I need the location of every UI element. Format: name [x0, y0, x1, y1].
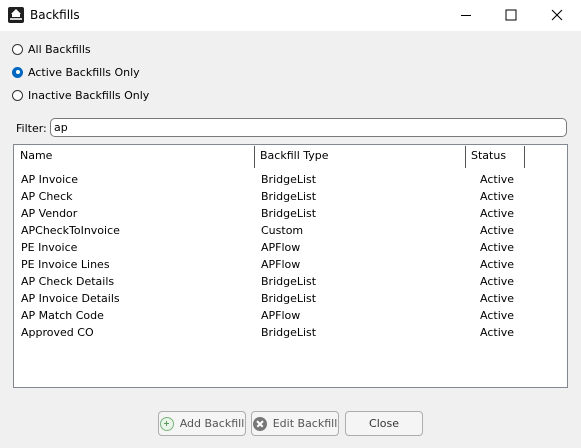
cell-type: BridgeList — [261, 292, 317, 305]
add-backfill-button[interactable]: Add Backfill — [158, 411, 246, 436]
add-backfill-label: Add Backfill — [179, 417, 245, 430]
cell-type: APFlow — [261, 258, 301, 271]
close-icon — [551, 9, 563, 21]
cell-status: Active — [480, 224, 515, 237]
close-window-button[interactable] — [534, 0, 580, 31]
close-button[interactable]: Close — [345, 411, 423, 436]
column-header-status[interactable]: Status — [465, 145, 524, 168]
cell-status: Active — [480, 292, 515, 305]
minimize-icon — [461, 15, 471, 16]
minimize-button[interactable] — [443, 0, 489, 31]
radio-button-selected[interactable] — [12, 66, 23, 78]
cell-status: Active — [480, 190, 515, 203]
table-row[interactable]: APCheckToInvoice Custom Active — [14, 222, 567, 239]
cell-type: BridgeList — [261, 207, 317, 220]
radio-button[interactable] — [12, 43, 23, 55]
column-header-backfill-type[interactable]: Backfill Type — [254, 145, 465, 168]
table-row[interactable]: PE Invoice Lines APFlow Active — [14, 256, 567, 273]
radio-label: Inactive Backfills Only — [28, 88, 150, 102]
maximize-button[interactable] — [488, 0, 534, 31]
filter-label: Filter: — [16, 122, 47, 135]
app-house-icon — [8, 7, 24, 23]
radio-button[interactable] — [12, 89, 23, 101]
radio-all-backfills[interactable]: All Backfills — [12, 41, 91, 57]
cell-name: AP Invoice — [21, 173, 78, 186]
list-header: Name Backfill Type Status — [14, 145, 567, 168]
edit-backfill-label: Edit Backfill — [272, 417, 338, 430]
cell-type: APFlow — [261, 309, 301, 322]
column-header-name[interactable]: Name — [14, 145, 254, 168]
table-row[interactable]: PE Invoice APFlow Active — [14, 239, 567, 256]
maximize-icon — [505, 9, 517, 21]
cell-status: Active — [480, 258, 515, 271]
table-row[interactable]: Approved CO BridgeList Active — [14, 324, 567, 341]
cell-name: AP Invoice Details — [21, 292, 120, 305]
cell-status: Active — [480, 207, 515, 220]
filter-input[interactable] — [50, 118, 567, 137]
backfills-list[interactable]: Name Backfill Type Status AP Invoice Bri… — [13, 144, 568, 388]
cell-status: Active — [480, 309, 515, 322]
cell-type: BridgeList — [261, 326, 317, 339]
close-label: Close — [369, 417, 399, 430]
cell-name: PE Invoice — [21, 241, 78, 254]
edit-x-circle-icon — [252, 416, 267, 431]
cell-status: Active — [480, 275, 515, 288]
table-row[interactable]: AP Vendor BridgeList Active — [14, 205, 567, 222]
add-circle-icon — [159, 416, 174, 431]
radio-label: All Backfills — [28, 42, 91, 56]
window-title: Backfills — [30, 8, 80, 22]
radio-label: Active Backfills Only — [28, 65, 140, 79]
cell-type: BridgeList — [261, 275, 317, 288]
column-divider[interactable] — [524, 146, 525, 168]
cell-name: AP Check — [21, 190, 73, 203]
cell-name: AP Match Code — [21, 309, 104, 322]
cell-status: Active — [480, 241, 515, 254]
cell-type: BridgeList — [261, 173, 317, 186]
cell-name: AP Check Details — [21, 275, 115, 288]
table-row[interactable]: AP Invoice BridgeList Active — [14, 171, 567, 188]
cell-name: APCheckToInvoice — [21, 224, 120, 237]
cell-type: APFlow — [261, 241, 301, 254]
table-row[interactable]: AP Check BridgeList Active — [14, 188, 567, 205]
table-row[interactable]: AP Match Code APFlow Active — [14, 307, 567, 324]
cell-name: PE Invoice Lines — [21, 258, 110, 271]
cell-name: AP Vendor — [21, 207, 78, 220]
cell-name: Approved CO — [21, 326, 94, 339]
cell-type: BridgeList — [261, 190, 317, 203]
cell-type: Custom — [261, 224, 304, 237]
radio-active-backfills[interactable]: Active Backfills Only — [12, 64, 140, 80]
title-bar: Backfills — [0, 0, 581, 31]
radio-inactive-backfills[interactable]: Inactive Backfills Only — [12, 87, 149, 103]
edit-backfill-button[interactable]: Edit Backfill — [251, 411, 339, 436]
cell-status: Active — [480, 173, 515, 186]
cell-status: Active — [480, 326, 515, 339]
table-row[interactable]: AP Invoice Details BridgeList Active — [14, 290, 567, 307]
table-row[interactable]: AP Check Details BridgeList Active — [14, 273, 567, 290]
